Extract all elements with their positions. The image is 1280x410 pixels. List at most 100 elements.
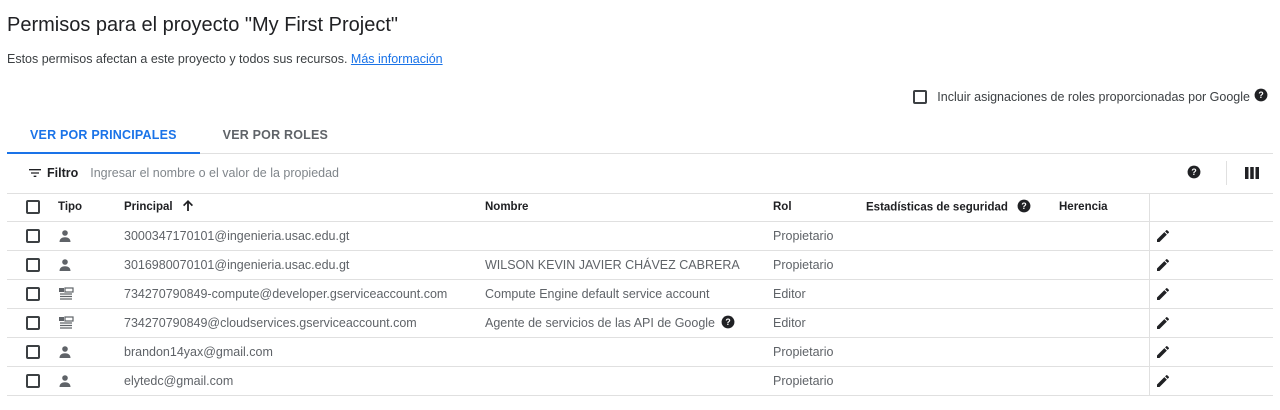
header-name[interactable]: Nombre [485,193,773,222]
service-account-icon [58,316,74,330]
row-actions-cell [1149,250,1273,280]
row-inheritance [1059,250,1150,280]
row-type-cell [58,337,124,367]
edit-icon[interactable] [1155,344,1171,360]
row-type-cell [58,250,124,280]
row-security-stats [866,337,1059,367]
google-grants-checkbox[interactable] [913,89,928,104]
row-type-cell [58,366,124,396]
person-icon [58,229,72,243]
filter-label[interactable]: Filtro [47,166,78,180]
row-principal: brandon14yax@gmail.com [124,337,485,367]
header-type[interactable]: Tipo [58,193,124,222]
person-icon [58,374,72,388]
column-display-icon[interactable] [1245,166,1259,185]
tab-view-by-roles[interactable]: VER POR ROLES [200,120,351,153]
row-select-cell [7,250,58,280]
help-icon[interactable]: ? [721,315,735,332]
row-role: Propietario [773,337,866,367]
service-account-icon [58,287,74,301]
help-icon[interactable]: ? [1017,199,1031,216]
row-inheritance [1059,221,1150,251]
toolbar-divider [1226,161,1227,185]
table-row[interactable]: 734270790849-compute@developer.gservicea… [7,279,1273,309]
svg-text:?: ? [725,316,730,326]
person-icon [58,258,72,272]
row-inheritance [1059,366,1150,396]
row-select-cell [7,337,58,367]
row-actions-cell [1149,366,1273,396]
row-name-cell: Compute Engine default service account [485,279,773,309]
row-checkbox[interactable] [26,287,40,302]
learn-more-link[interactable]: Más información [351,52,443,66]
google-grants-toggle: Incluir asignaciones de roles proporcion… [913,88,1268,105]
help-icon[interactable]: ? [1254,88,1268,105]
header-principal[interactable]: Principal [124,193,485,222]
header-principal-label: Principal [124,201,173,214]
edit-icon[interactable] [1155,373,1171,389]
table-row[interactable]: elytedc@gmail.com Propietario [7,366,1273,396]
row-principal: 3016980070101@ingenieria.usac.edu.gt [124,250,485,280]
row-type-cell [58,279,124,309]
edit-icon[interactable] [1155,315,1171,331]
help-icon[interactable]: ? [1187,165,1201,184]
header-security-stats[interactable]: Estadísticas de seguridad ? [866,193,1059,222]
row-principal: 3000347170101@ingenieria.usac.edu.gt [124,221,485,251]
filter-input[interactable] [88,165,593,181]
row-name-cell: Agente de servicios de las API de Google… [485,308,773,338]
person-icon [58,345,72,359]
page-subtitle: Estos permisos afectan a este proyecto y… [7,52,443,66]
row-inheritance [1059,308,1150,338]
svg-text:?: ? [1191,167,1196,177]
row-select-cell [7,279,58,309]
header-security-stats-label: Estadísticas de seguridad [866,201,1008,214]
header-select-all [7,193,58,222]
row-role: Editor [773,279,866,309]
row-name: Compute Engine default service account [485,287,710,301]
table-row[interactable]: brandon14yax@gmail.com Propietario [7,337,1273,367]
row-name: WILSON KEVIN JAVIER CHÁVEZ CABRERA [485,258,740,272]
row-select-cell [7,366,58,396]
row-actions-cell [1149,308,1273,338]
edit-icon[interactable] [1155,228,1171,244]
row-security-stats [866,308,1059,338]
row-checkbox[interactable] [26,258,40,273]
row-checkbox[interactable] [26,229,40,244]
row-name: Agente de servicios de las API de Google [485,315,716,330]
row-type-cell [58,308,124,338]
table-row[interactable]: 734270790849@cloudservices.gserviceaccou… [7,308,1273,338]
view-tabs: VER POR PRINCIPALES VER POR ROLES [7,120,1273,154]
filter-bar: Filtro ? [7,153,1273,194]
row-checkbox[interactable] [26,316,40,331]
row-checkbox[interactable] [26,345,40,360]
sort-ascending-icon[interactable] [182,199,194,215]
row-role: Propietario [773,366,866,396]
filter-icon[interactable] [27,165,43,181]
row-type-cell [58,221,124,251]
tab-view-by-principals[interactable]: VER POR PRINCIPALES [7,120,200,154]
page-title: Permisos para el proyecto "My First Proj… [7,14,398,36]
header-role[interactable]: Rol [773,193,866,222]
select-all-checkbox[interactable] [26,200,40,214]
edit-icon[interactable] [1155,257,1171,273]
row-security-stats [866,279,1059,309]
row-select-cell [7,308,58,338]
row-name-cell: WILSON KEVIN JAVIER CHÁVEZ CABRERA [485,250,773,280]
svg-text:?: ? [1258,90,1263,100]
row-name-cell [485,337,773,367]
row-security-stats [866,366,1059,396]
table-row[interactable]: 3000347170101@ingenieria.usac.edu.gt Prop… [7,221,1273,251]
table-row[interactable]: 3016980070101@ingenieria.usac.edu.gt WILS… [7,250,1273,280]
google-grants-label: Incluir asignaciones de roles proporcion… [937,89,1250,104]
row-name-cell [485,366,773,396]
row-actions-cell [1149,279,1273,309]
row-principal: elytedc@gmail.com [124,366,485,396]
edit-icon[interactable] [1155,286,1171,302]
row-role: Editor [773,308,866,338]
header-actions [1149,193,1273,222]
header-inheritance[interactable]: Herencia [1059,193,1150,222]
row-name-cell [485,221,773,251]
row-actions-cell [1149,337,1273,367]
row-security-stats [866,250,1059,280]
row-checkbox[interactable] [26,374,40,389]
